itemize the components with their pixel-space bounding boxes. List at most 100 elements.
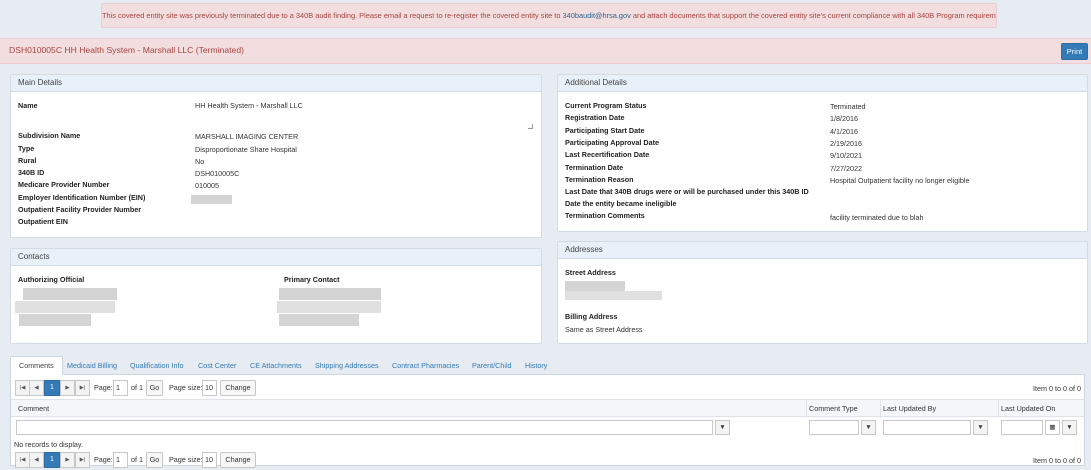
filter-icon[interactable]: ▼ [1062,420,1077,435]
column-divider [998,400,999,418]
comments-grid: |◀ ◀ 1 ▶ ▶| Page: 1 of 1 Go Page size: 1… [10,375,1085,468]
tab-shipping-addresses[interactable]: Shipping Addresses [315,357,379,375]
type-value: Disproportionate Share Hospital [195,145,297,154]
print-button[interactable]: Print [1061,43,1088,60]
comment-type-filter-input[interactable] [809,420,859,435]
redacted-ein [191,195,232,204]
col-last-updated-on[interactable]: Last Updated On [1001,404,1055,413]
main-details-panel: Main Details Name HH Health System - Mar… [10,74,542,238]
no-records-message: No records to display. [14,440,83,449]
recert-date-label: Last Recertification Date [565,150,650,159]
calendar-icon[interactable]: ▦ [1045,420,1060,435]
340b-id-label: 340B ID [18,168,45,177]
page-input[interactable]: 1 [113,380,128,396]
updated-by-filter-input[interactable] [883,420,971,435]
billing-address-label: Billing Address [565,312,618,321]
go-button[interactable]: Go [146,380,163,396]
page-of-label: of 1 [131,455,143,464]
name-value[interactable]: HH Health System - Marshall LLC [195,101,303,110]
redacted-authorizing-contact [23,288,117,300]
change-button[interactable]: Change [220,380,256,396]
alert-text-before: This covered entity site was previously … [102,11,561,20]
audit-email-link[interactable]: 340baudit@hrsa.gov [563,11,631,20]
column-divider [880,400,881,418]
registration-date-label: Registration Date [565,113,625,122]
tab-bar: Comments Medicaid Billing Qualification … [10,354,1085,375]
redacted-primary-contact [279,288,381,300]
comment-filter-input[interactable] [16,420,713,435]
recert-date-value: 9/10/2021 [830,151,862,160]
termination-comments-value: facility terminated due to blah [830,213,924,222]
page-size-input[interactable]: 10 [202,380,217,396]
alert-text-after: and attach documents that support the co… [632,11,997,20]
ineligible-date-label: Date the entity became ineligible [565,199,677,208]
registration-date-value: 1/8/2016 [830,114,858,123]
first-page-icon[interactable]: |◀ [15,380,30,396]
page-label: Page: [94,455,113,464]
redacted-primary-contact [279,314,359,326]
page-size-label: Page size: [169,383,203,392]
tab-medicaid-billing[interactable]: Medicaid Billing [67,357,117,375]
termination-reason-label: Termination Reason [565,175,634,184]
medicare-value: 010005 [195,181,219,190]
col-last-updated-by[interactable]: Last Updated By [883,404,936,413]
filter-icon[interactable]: ▼ [861,420,876,435]
updated-on-filter-input[interactable] [1001,420,1043,435]
340b-id-value: DSH010005C [195,169,240,178]
grid-header: Comment Comment Type Last Updated By Las… [11,399,1084,418]
page-label: Page: [94,383,113,392]
subdivision-label: Subdivision Name [18,131,81,140]
redacted-authorizing-contact [15,301,115,313]
rural-value: No [195,157,205,166]
contacts-heading: Contacts [11,249,541,266]
tab-comments[interactable]: Comments [10,356,63,375]
resize-handle-icon[interactable] [528,124,533,129]
tab-parent-child[interactable]: Parent/Child [472,357,512,375]
program-status-value: Terminated [830,102,866,111]
tab-history[interactable]: History [525,357,547,375]
termination-date-label: Termination Date [565,163,624,172]
approval-date-label: Participating Approval Date [565,138,659,147]
additional-details-panel: Additional Details Current Program Statu… [557,74,1088,232]
col-comment[interactable]: Comment [18,404,49,413]
contacts-panel: Contacts Authorizing Official Primary Co… [10,248,542,344]
medicare-label: Medicare Provider Number [18,180,110,189]
last-purchase-date-label: Last Date that 340B drugs were or will b… [565,187,809,196]
type-label: Type [18,144,35,153]
termination-date-value: 7/27/2022 [830,164,862,173]
tab-contract-pharmacies[interactable]: Contract Pharmacies [392,357,459,375]
primary-contact-label: Primary Contact [284,275,340,284]
addresses-panel: Addresses Street Address Billing Address… [557,241,1088,344]
redacted-primary-contact [277,301,381,313]
last-page-icon[interactable]: ▶| [75,380,90,396]
name-label: Name [18,101,38,110]
entity-title-bar: DSH010005C HH Health System - Marshall L… [0,38,1091,64]
column-divider [806,400,807,418]
outpatient-provider-label: Outpatient Facility Provider Number [18,205,142,214]
billing-address-value: Same as Street Address [565,325,643,334]
filter-icon[interactable]: ▼ [973,420,988,435]
tab-qualification-info[interactable]: Qualification Info [130,357,184,375]
redacted-authorizing-contact [19,314,91,326]
additional-details-heading: Additional Details [558,75,1087,92]
outpatient-ein-label: Outpatient EIN [18,217,68,226]
termination-comments-label: Termination Comments [565,211,645,220]
items-count: Item 0 to 0 of 0 [1033,456,1081,465]
detail-tabs: Comments Medicaid Billing Qualification … [10,354,1085,468]
main-details-heading: Main Details [11,75,541,92]
approval-date-value: 2/19/2016 [830,139,862,148]
program-status-label: Current Program Status [565,101,647,110]
tab-ce-attachments[interactable]: CE Attachments [250,357,302,375]
prev-page-icon[interactable]: ◀ [29,380,44,396]
street-address-label: Street Address [565,268,616,277]
tab-cost-center[interactable]: Cost Center [198,357,236,375]
col-comment-type[interactable]: Comment Type [809,404,858,413]
redacted-street-address [565,291,662,300]
page-of-label: of 1 [131,383,143,392]
filter-icon[interactable]: ▼ [715,420,730,435]
current-page-button[interactable]: 1 [44,380,60,396]
start-date-value: 4/1/2016 [830,127,858,136]
page-title: DSH010005C HH Health System - Marshall L… [9,45,244,55]
next-page-icon[interactable]: ▶ [60,380,75,396]
filter-row: ▼ ▼ ▼ ▦ ▼ [11,418,1084,437]
